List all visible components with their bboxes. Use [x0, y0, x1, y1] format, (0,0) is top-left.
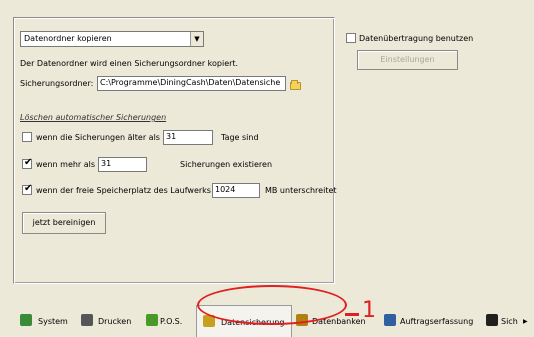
- more-than-checkbox[interactable]: ✔: [22, 157, 33, 169]
- annotation-number: 1: [362, 298, 376, 323]
- free-space-mb-input[interactable]: 1024: [212, 183, 260, 198]
- chevron-right-icon[interactable]: ▶: [523, 318, 528, 325]
- highlight-ellipse: [197, 285, 347, 325]
- more-than-count-input[interactable]: 31: [98, 157, 147, 172]
- free-space-label: wenn der freie Speicherplatz des Laufwer…: [36, 186, 211, 195]
- tab-sicherheit[interactable]: Sich ▶: [486, 305, 534, 336]
- backup-folder-label: Sicherungsordner:: [20, 79, 94, 88]
- free-space-suffix: MB unterschreitet: [265, 186, 337, 195]
- more-than-suffix: Sicherungen existieren: [180, 160, 273, 169]
- backup-mode-value: Datenordner kopieren: [24, 34, 112, 43]
- tab-label: Sich: [501, 317, 518, 326]
- older-than-label: wenn die Sicherungen älter als: [36, 133, 160, 142]
- pos-icon: [146, 314, 158, 326]
- tab-system[interactable]: System: [18, 305, 74, 336]
- chevron-down-icon[interactable]: ▼: [190, 32, 203, 46]
- backup-folder-input[interactable]: C:\Programme\DiningCash\Daten\Datensiche: [97, 76, 286, 91]
- system-icon: [20, 314, 32, 326]
- older-than-days-input[interactable]: 31: [163, 130, 213, 145]
- cleanup-now-button[interactable]: jetzt bereinigen: [22, 212, 106, 234]
- annotation-dash: [345, 313, 359, 316]
- tab-label: Drucken: [98, 317, 132, 326]
- data-transfer-checkbox[interactable]: [346, 33, 356, 43]
- order-icon: [384, 314, 396, 326]
- tab-label: Auftragserfassung: [400, 317, 474, 326]
- backup-settings-panel: [13, 17, 335, 284]
- tab-auftragserfassung[interactable]: Auftragserfassung: [382, 305, 500, 336]
- transfer-settings-button[interactable]: Einstellungen: [357, 50, 458, 70]
- backup-description: Der Datenordner wird einen Sicherungsord…: [20, 59, 239, 68]
- printer-icon: [81, 314, 93, 326]
- tab-drucken[interactable]: Drucken: [79, 305, 139, 336]
- more-than-label: wenn mehr als: [36, 160, 96, 169]
- tab-pos[interactable]: P.O.S.: [144, 305, 194, 336]
- older-than-suffix: Tage sind: [221, 133, 259, 142]
- data-transfer-label: Datenübertragung benutzen: [359, 34, 474, 43]
- older-than-checkbox[interactable]: [22, 132, 32, 142]
- free-space-checkbox[interactable]: ✔: [22, 183, 33, 195]
- auto-delete-section-title: Löschen automatischer Sicherungen: [20, 113, 167, 122]
- checkmark-icon: ✔: [24, 183, 33, 194]
- backup-mode-select[interactable]: Datenordner kopieren ▼: [20, 31, 204, 47]
- tab-label: System: [38, 317, 68, 326]
- tab-label: P.O.S.: [160, 317, 183, 326]
- security-icon: [486, 314, 498, 326]
- folder-icon[interactable]: [290, 80, 301, 90]
- checkmark-icon: ✔: [24, 157, 33, 168]
